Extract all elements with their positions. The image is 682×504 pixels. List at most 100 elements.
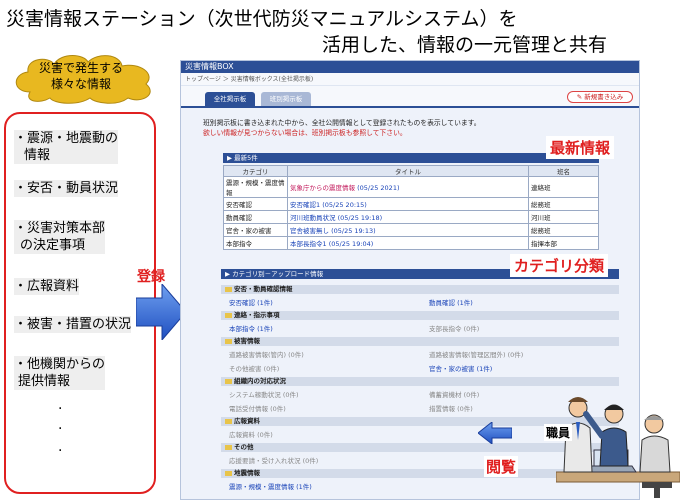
tab-team-board[interactable]: 班別掲示板 [261, 92, 311, 106]
info-item-pr-line1: ・広報資料 [14, 278, 80, 295]
category-link[interactable]: その他被害 (0件) [229, 363, 279, 373]
info-item-hq-decisions-line2: の決定事項 [14, 237, 106, 254]
info-item-safety: ・安否・動員状況 [14, 180, 119, 197]
row-category: 動員確認 [223, 210, 288, 224]
category-link[interactable]: 支部長指令 (0件) [429, 323, 479, 333]
category-link[interactable]: 道路被害情報(管内) (0件) [229, 349, 304, 359]
category-link[interactable]: 道路被害情報(管理区間外) (0件) [429, 349, 523, 359]
folder-icon [225, 312, 232, 318]
row-title-link[interactable]: 気象庁からの震度情報 (05/25 2021) [287, 176, 529, 198]
info-item-seismic: ・震源・地震動の 情報 [14, 130, 119, 164]
row-title-link[interactable]: 安否確認1 (05/25 20:15) [287, 197, 529, 211]
category-classification-callout: カテゴリ分類 [510, 254, 609, 277]
category-link[interactable]: 官舎・家の被害 (1件) [429, 363, 492, 373]
row-category: 震源・規模・震度情報 [223, 176, 288, 198]
table-row: 動員確認 河川班動員状況 (05/25 19:18) 河川班 [223, 210, 599, 224]
info-item-hq-decisions-line1: ・災害対策本部 [14, 220, 106, 237]
tab-company-board[interactable]: 全社掲示板 [205, 92, 255, 106]
info-sources-box [4, 112, 156, 494]
row-date: (05/25 19:13) [331, 227, 376, 235]
category-name: その他 [234, 443, 254, 451]
tab-bar: 全社掲示板 班別掲示板 ✎ 新規書き込み [181, 86, 639, 108]
category-link[interactable]: システム稼動状況 (0件) [229, 389, 299, 399]
info-item-other-agencies-line1: ・他機関からの [14, 356, 106, 373]
row-team: 連絡班 [528, 176, 599, 198]
slide-title-line2: 活用した、情報の一元管理と共有 [322, 34, 608, 56]
row-team: 総務班 [528, 197, 599, 211]
category-link[interactable]: 電話受付情報 (0件) [229, 403, 286, 413]
folder-icon [225, 418, 232, 424]
row-team: 総務班 [528, 223, 599, 237]
table-row: 震源・規模・震度情報 気象庁からの震度情報 (05/25 2021) 連絡班 [223, 176, 599, 198]
latest-info-callout: 最新情報 [546, 136, 615, 159]
row-category: 本部指令 [223, 236, 288, 250]
breadcrumb[interactable]: トップページ ＞ 災害情報ボックス(全社掲示板) [181, 73, 639, 86]
row-date: (05/25 2021) [357, 184, 400, 192]
cloud-label: 災害で発生する 様々な情報 [16, 60, 146, 92]
category-link[interactable]: 動員確認 (1件) [429, 297, 473, 307]
category-header: 被害情報 [221, 337, 619, 346]
category-link[interactable]: 応援要請・受け入れ状況 (0件) [229, 455, 318, 465]
category-name: 地震情報 [234, 469, 260, 477]
category-link[interactable]: 広報資料 (0件) [229, 429, 273, 439]
view-label: 閲覧 [484, 456, 519, 477]
row-date: (05/25 19:04) [328, 240, 374, 248]
category-link[interactable]: 本部指令 (1件) [229, 323, 273, 333]
row-title[interactable]: 官舎被害無し [290, 227, 329, 235]
ellipsis-dot: · [58, 421, 63, 437]
row-category: 官舎・家の被害 [223, 223, 288, 237]
col-header-category: カテゴリ [223, 165, 288, 177]
row-title[interactable]: 本部長指令1 [290, 240, 327, 248]
table-header-row: カテゴリ タイトル 班名 [223, 165, 599, 177]
folder-icon [225, 338, 232, 344]
view-arrow-icon [478, 422, 512, 444]
ellipsis-dot: · [58, 443, 63, 459]
staff-label: 職員 [544, 424, 573, 441]
cloud-label-line1: 災害で発生する [38, 61, 123, 75]
category-link[interactable]: 安否確認 (1件) [229, 297, 273, 307]
info-item-other-agencies-line2: 提供情報 [14, 373, 106, 390]
category-name: 安否・動員確認情報 [234, 285, 293, 293]
folder-icon [225, 444, 232, 450]
new-post-button[interactable]: ✎ 新規書き込み [567, 91, 633, 103]
category-name: 被害情報 [234, 337, 260, 345]
category-name: 広報資料 [234, 417, 260, 425]
row-title[interactable]: 河川班動員状況 [290, 214, 336, 222]
row-date: (05/25 20:15) [322, 201, 367, 209]
row-date: (05/25 19:18) [337, 214, 383, 222]
folder-icon [225, 470, 232, 476]
cloud-label-line2: 様々な情報 [50, 77, 111, 91]
info-item-other-agencies: ・他機関からの 提供情報 [14, 356, 106, 390]
row-title-link[interactable]: 官舎被害無し (05/25 19:13) [287, 223, 529, 237]
ellipsis-dot: · [58, 401, 63, 417]
info-item-seismic-line2: 情報 [14, 147, 119, 164]
category-link[interactable]: 措置情報 (0件) [429, 403, 473, 413]
latest-section-title: 最新5件 [234, 154, 258, 162]
intro-text: 班別掲示板に書き込まれた中から、全社公開情報として登録されたものを表示しています… [203, 119, 481, 127]
col-header-title: タイトル [287, 165, 529, 177]
triangle-icon: ▶ [227, 154, 232, 162]
row-team: 河川班 [528, 210, 599, 224]
category-link[interactable]: 備蓄資機材 (0件) [429, 389, 479, 399]
panel-header: 災害情報BOX [181, 61, 639, 73]
table-row: 本部指令 本部長指令1 (05/25 19:04) 指揮本部 [223, 236, 599, 250]
office-workers-illustration [556, 397, 680, 498]
row-title-link[interactable]: 本部長指令1 (05/25 19:04) [287, 236, 529, 250]
info-item-pr: ・広報資料 [14, 278, 80, 295]
pencil-icon: ✎ [576, 93, 583, 101]
category-header: 連絡・指示事項 [221, 311, 619, 320]
col-header-team: 班名 [528, 165, 599, 177]
row-category: 安否確認 [223, 197, 288, 211]
row-team: 指揮本部 [528, 236, 599, 250]
info-item-seismic-line1: ・震源・地震動の [14, 130, 119, 147]
triangle-icon: ▶ [225, 270, 230, 278]
latest-section-header: ▶ 最新5件 [223, 153, 599, 163]
category-name: 連絡・指示事項 [234, 311, 280, 319]
new-post-label: 新規書き込み [584, 93, 624, 101]
category-name: 組織内の対応状況 [234, 377, 286, 385]
category-link[interactable]: 震源・規模・震度情報 (1件) [229, 481, 312, 491]
row-title-link[interactable]: 河川班動員状況 (05/25 19:18) [287, 210, 529, 224]
row-title[interactable]: 安否確認1 [290, 201, 320, 209]
row-title[interactable]: 気象庁からの震度情報 [290, 184, 355, 192]
category-header: 安否・動員確認情報 [221, 285, 619, 294]
